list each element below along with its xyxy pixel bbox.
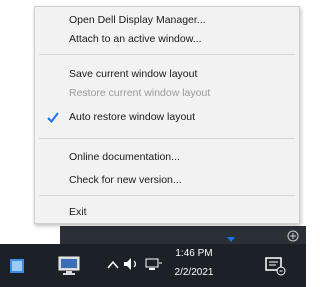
menu-item-exit[interactable]: Exit: [35, 203, 299, 222]
menu-item-label: Online documentation...: [69, 151, 180, 163]
menu-item-attach-window[interactable]: Attach to an active window...: [35, 30, 299, 49]
window-tile-icon[interactable]: [10, 259, 24, 278]
screen: Open Dell Display Manager... Attach to a…: [0, 0, 306, 287]
context-menu: Open Dell Display Manager... Attach to a…: [34, 6, 300, 224]
menu-item-label: Open Dell Display Manager...: [69, 14, 206, 26]
menu-item-label: Check for new version...: [69, 174, 182, 186]
show-hidden-icons-chevron-icon[interactable]: [106, 258, 120, 276]
menu-item-restore-layout: Restore current window layout: [35, 84, 299, 103]
menu-item-label: Exit: [69, 206, 87, 218]
clock-time[interactable]: 1:46 PM: [164, 248, 224, 259]
menu-item-check-version[interactable]: Check for new version...: [35, 171, 299, 190]
speaker-icon[interactable]: [123, 257, 141, 276]
menu-item-label: Attach to an active window...: [69, 33, 202, 45]
menu-item-label: Save current window layout: [69, 68, 198, 80]
checkmark-icon: [46, 108, 60, 127]
menu-separator: [39, 195, 295, 196]
menu-item-open-ddm[interactable]: Open Dell Display Manager...: [35, 11, 299, 30]
menu-item-label: Restore current window layout: [69, 87, 211, 99]
menu-item-auto-restore[interactable]: Auto restore window layout: [35, 108, 299, 127]
menu-separator: [39, 138, 295, 139]
clock-date[interactable]: 2/2/2021: [164, 267, 224, 278]
desktop-strip: [60, 226, 306, 244]
menu-item-label: Auto restore window layout: [69, 111, 196, 123]
menu-separator: [39, 54, 295, 55]
network-icon[interactable]: [145, 257, 163, 276]
notifications-icon[interactable]: [264, 256, 286, 281]
taskbar: 1:46 PM 2/2/2021: [0, 244, 306, 287]
dell-display-manager-icon[interactable]: [58, 256, 80, 281]
menu-item-save-layout[interactable]: Save current window layout: [35, 65, 299, 84]
menu-item-online-docs[interactable]: Online documentation...: [35, 148, 299, 167]
